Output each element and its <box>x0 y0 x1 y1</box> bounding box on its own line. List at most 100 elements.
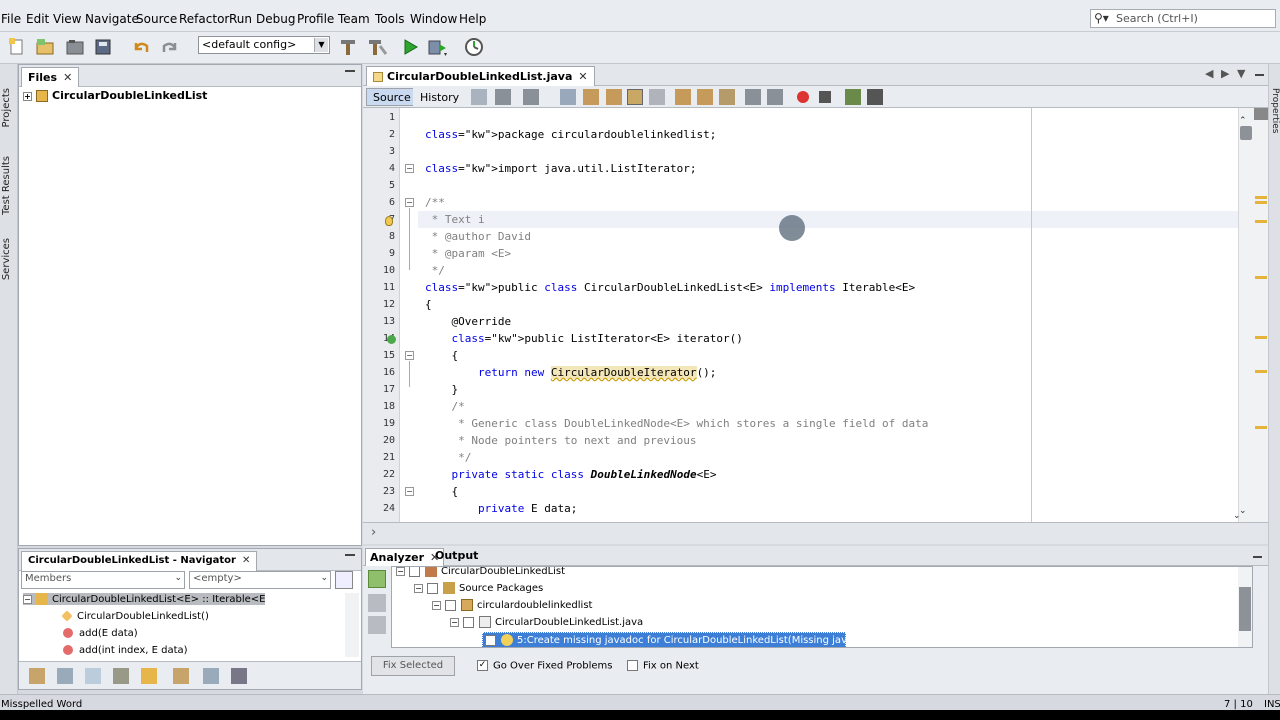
properties-tab[interactable]: Properties <box>1270 88 1280 133</box>
checkbox-icon[interactable] <box>445 599 456 611</box>
menu-profile[interactable]: Profile <box>297 12 334 26</box>
code-line[interactable]: * Text i <box>425 213 485 226</box>
refresh-icon[interactable] <box>368 570 386 588</box>
tree-row-selected[interactable]: 5:Create missing javadoc for CircularDou… <box>482 632 878 647</box>
next-problem-icon[interactable] <box>368 616 386 634</box>
toggle-rect-select-icon[interactable] <box>649 89 665 105</box>
sort-by-name-icon[interactable] <box>203 668 219 684</box>
maximize-icon[interactable] <box>1255 74 1264 76</box>
members-filter-select[interactable]: Members ⌄ <box>21 571 185 589</box>
menu-window[interactable]: Window <box>410 12 457 26</box>
scrollbar-thumb[interactable] <box>1240 126 1252 140</box>
breadcrumb-chevron-icon[interactable]: › <box>371 525 376 540</box>
checkbox-icon[interactable] <box>427 582 438 594</box>
code-editor[interactable]: class="kw">package circulardoublelinkedl… <box>418 108 1238 522</box>
shift-right-icon[interactable] <box>767 89 783 105</box>
config-dropdown[interactable]: <default config> ▼ <box>198 36 330 54</box>
save-all-icon[interactable] <box>93 36 115 58</box>
menu-team[interactable]: Team <box>338 12 370 26</box>
code-line[interactable]: /* <box>425 400 464 413</box>
fold-toggle-icon[interactable]: − <box>405 164 414 173</box>
tree-row[interactable]: − CircularDoubleLinkedList <box>396 567 565 577</box>
code-line[interactable]: * @author David <box>425 230 531 243</box>
close-icon[interactable]: ✕ <box>63 71 72 84</box>
back-icon[interactable] <box>495 89 511 105</box>
checkbox-icon[interactable] <box>485 634 496 646</box>
navigator-item[interactable]: CircularDoubleLinkedList() <box>61 610 209 622</box>
files-root-node[interactable]: + CircularDoubleLinkedList <box>23 89 207 102</box>
sort-by-source-icon[interactable] <box>231 668 247 684</box>
collapse-icon[interactable]: − <box>23 594 32 604</box>
code-line[interactable]: class="kw">public class CircularDoubleLi… <box>425 281 915 294</box>
minimize-icon[interactable] <box>345 70 355 72</box>
previous-problem-icon[interactable] <box>368 594 386 612</box>
forward-icon[interactable] <box>523 89 539 105</box>
scrollbar-thumb[interactable] <box>1239 587 1251 631</box>
checkbox-icon[interactable] <box>409 567 420 577</box>
projects-tab[interactable]: Projects <box>1 88 12 127</box>
menu-help[interactable]: Help <box>459 12 486 26</box>
scroll-tabs-right-icon[interactable]: ▶ <box>1221 67 1229 80</box>
undo-icon[interactable] <box>130 36 152 58</box>
menu-source[interactable]: Source <box>136 12 177 26</box>
menu-view[interactable]: View <box>53 12 81 26</box>
code-line[interactable]: @Override <box>425 315 511 328</box>
output-tab[interactable]: Output <box>435 549 478 562</box>
editor-scrollbar[interactable]: ⌃ ⌄ <box>1238 108 1268 522</box>
find-next-icon[interactable] <box>606 89 622 105</box>
expand-icon[interactable]: + <box>23 91 32 101</box>
navigator-root-row[interactable]: − CircularDoubleLinkedList<E> :: Iterable… <box>23 593 265 605</box>
redo-icon[interactable] <box>159 36 181 58</box>
minimize-icon[interactable] <box>1253 556 1262 558</box>
code-line[interactable]: */ <box>425 264 445 277</box>
build-hammer-icon[interactable] <box>337 36 359 58</box>
close-icon[interactable]: ✕ <box>242 555 250 566</box>
fix-on-next-checkbox[interactable]: Fix on Next <box>627 660 699 672</box>
start-macro-icon[interactable] <box>797 91 809 103</box>
menu-refactor[interactable]: Refactor <box>179 12 229 26</box>
hint-bulb-icon[interactable] <box>385 216 393 226</box>
filter-static-icon[interactable] <box>57 668 73 684</box>
error-stripe-mark[interactable] <box>1255 336 1267 339</box>
code-line[interactable]: private static class DoubleLinkedNode<E> <box>425 468 717 481</box>
code-line[interactable]: { <box>425 485 458 498</box>
editor-file-tab[interactable]: CircularDoubleLinkedList.java ✕ <box>366 66 595 86</box>
uncomment-icon[interactable] <box>867 89 883 105</box>
shift-left-icon[interactable] <box>745 89 761 105</box>
new-file-icon[interactable] <box>6 36 28 58</box>
collapse-icon[interactable]: − <box>414 583 423 593</box>
close-icon[interactable]: ✕ <box>578 70 587 83</box>
scroll-tabs-left-icon[interactable]: ◀ <box>1205 67 1213 80</box>
go-over-fixed-checkbox[interactable]: ✓ Go Over Fixed Problems <box>477 660 612 672</box>
profile-icon[interactable] <box>463 36 485 58</box>
scroll-down-icon[interactable]: ⌄ <box>1239 506 1253 516</box>
error-stripe-mark[interactable] <box>1255 220 1267 223</box>
code-line[interactable]: * Generic class DoubleLinkedNode<E> whic… <box>425 417 928 430</box>
code-line[interactable]: * Node pointers to next and previous <box>425 434 696 447</box>
find-previous-icon[interactable] <box>583 89 599 105</box>
tree-row[interactable]: − CircularDoubleLinkedList.java <box>450 616 643 628</box>
code-line[interactable]: { <box>425 349 458 362</box>
history-button[interactable]: History <box>413 88 467 106</box>
show-open-docs-icon[interactable]: ▼ <box>1237 67 1245 80</box>
services-tab[interactable]: Services <box>1 238 12 280</box>
tree-scrollbar[interactable] <box>1238 567 1252 647</box>
error-stripe-mark[interactable] <box>1255 276 1267 279</box>
search-input[interactable]: ⚲▾ Search (Ctrl+I) <box>1090 9 1276 28</box>
menu-file[interactable]: File <box>1 12 21 26</box>
navigator-options-icon[interactable] <box>335 571 353 589</box>
test-results-tab[interactable]: Test Results <box>1 156 12 215</box>
files-tab[interactable]: Files ✕ <box>21 67 80 87</box>
error-stripe-mark[interactable] <box>1255 370 1267 373</box>
filter-nonpublic-icon[interactable] <box>85 668 101 684</box>
next-bookmark-icon[interactable] <box>697 89 713 105</box>
override-icon[interactable] <box>387 335 396 344</box>
menu-navigate[interactable]: Navigate <box>85 12 139 26</box>
menu-tools[interactable]: Tools <box>375 12 405 26</box>
code-line[interactable]: private E data; <box>425 502 577 515</box>
filter-inner-icon[interactable] <box>113 668 129 684</box>
code-line[interactable]: class="kw">import java.util.ListIterator… <box>425 162 697 175</box>
fold-toggle-icon[interactable]: − <box>405 351 414 360</box>
comment-icon[interactable] <box>845 89 861 105</box>
find-icon[interactable] <box>560 89 576 105</box>
